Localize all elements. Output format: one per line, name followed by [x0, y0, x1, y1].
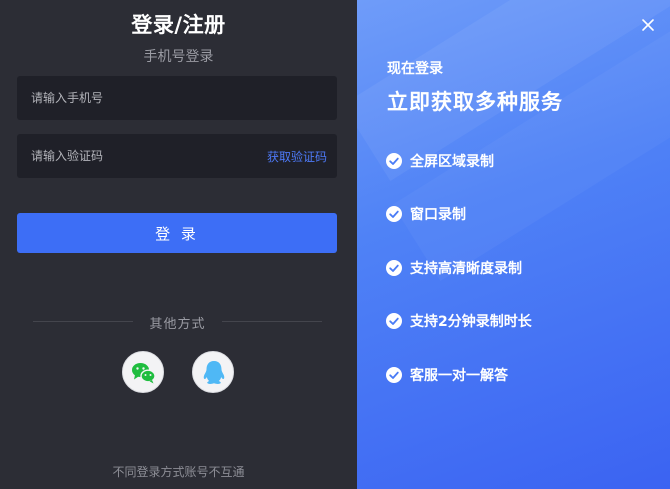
feature-item: 支持2分钟录制时长	[386, 313, 532, 330]
get-code-link[interactable]: 获取验证码	[267, 134, 327, 178]
login-method-subtitle: 手机号登录	[143, 49, 214, 65]
feature-label: 支持高清晰度录制	[410, 260, 522, 277]
feature-item: 客服一对一解答	[386, 366, 532, 384]
check-circle-icon	[386, 152, 402, 169]
promo-subtitle: 现在登录	[387, 61, 443, 77]
page-title: 登录/注册	[131, 13, 226, 37]
login-button[interactable]: 登 录	[17, 213, 337, 253]
close-icon	[642, 19, 654, 31]
feature-item: 支持高清晰度录制	[386, 259, 532, 277]
qq-icon	[203, 361, 225, 384]
phone-input[interactable]	[31, 76, 261, 120]
feature-item: 全屏区域录制	[386, 152, 532, 170]
close-button[interactable]	[638, 15, 658, 35]
promo-panel: 现在登录 立即获取多种服务 全屏区域录制 窗口录制 支持高清晰度录制 支持2分钟…	[357, 0, 670, 489]
account-footnote: 不同登录方式账号不互通	[112, 465, 245, 479]
other-methods-label: 其他方式	[149, 317, 206, 332]
divider-right	[222, 321, 322, 322]
wechat-login-button[interactable]	[122, 351, 164, 393]
feature-label: 窗口录制	[410, 207, 466, 223]
divider-left	[33, 321, 133, 322]
feature-label: 客服一对一解答	[410, 367, 508, 384]
check-circle-icon	[386, 206, 402, 222]
phone-field[interactable]	[17, 76, 337, 120]
feature-list: 全屏区域录制 窗口录制 支持高清晰度录制 支持2分钟录制时长 客服一对一解答	[386, 152, 532, 420]
feature-label: 全屏区域录制	[410, 153, 494, 170]
verification-code-input[interactable]	[31, 134, 261, 178]
qq-login-button[interactable]	[192, 351, 234, 393]
feature-label: 支持2分钟录制时长	[410, 314, 532, 330]
code-field[interactable]: 获取验证码	[17, 134, 337, 178]
wechat-icon	[132, 363, 156, 384]
login-panel: 登录/注册 手机号登录 获取验证码 登 录 其他方式 不同登录方式账号不互通	[0, 0, 357, 489]
promo-title: 立即获取多种服务	[387, 90, 563, 114]
check-circle-icon	[386, 259, 402, 276]
check-circle-icon	[386, 313, 402, 329]
feature-item: 窗口录制	[386, 206, 532, 223]
check-circle-icon	[386, 366, 402, 383]
